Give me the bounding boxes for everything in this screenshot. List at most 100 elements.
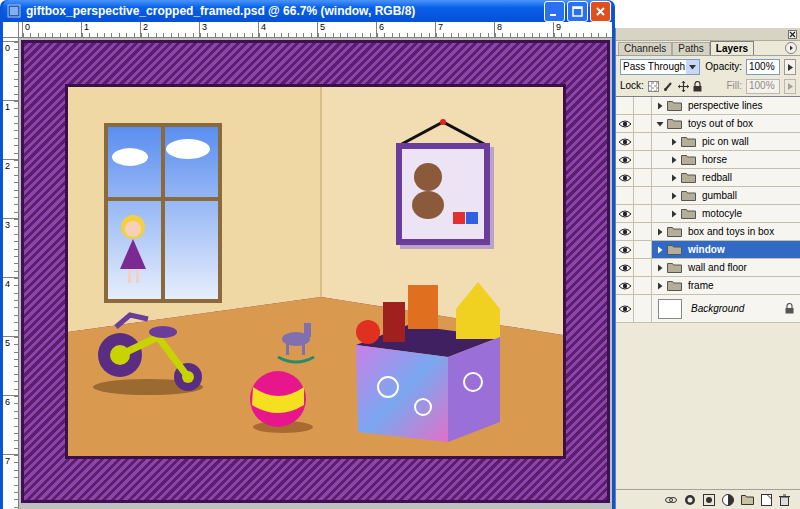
ruler-corner[interactable]: [3, 22, 19, 37]
layer-row[interactable]: redball: [616, 169, 800, 187]
palette-menu-icon[interactable]: [785, 42, 797, 54]
visibility-toggle[interactable]: [616, 115, 634, 132]
layer-row[interactable]: perspective lines: [616, 97, 800, 115]
visibility-toggle[interactable]: [616, 223, 634, 240]
fill-field[interactable]: 100%: [746, 79, 780, 94]
expand-triangle-icon[interactable]: [656, 246, 664, 254]
lock-brush-icon[interactable]: [663, 81, 674, 92]
layer-content: gumball: [652, 187, 800, 204]
layer-row[interactable]: Background: [616, 295, 800, 323]
link-cell[interactable]: [634, 205, 652, 222]
expand-triangle-icon[interactable]: [670, 138, 678, 146]
opacity-slider-button[interactable]: [784, 59, 796, 75]
canvas-area[interactable]: [19, 38, 612, 509]
layer-style-icon[interactable]: [684, 494, 696, 506]
lock-transparency-icon[interactable]: [648, 81, 659, 92]
expand-triangle-icon[interactable]: [670, 156, 678, 164]
palette-tab[interactable]: Paths: [672, 42, 710, 55]
layer-name: Background: [691, 304, 744, 314]
folder-icon: [681, 154, 696, 165]
layer-name: pic on wall: [702, 137, 749, 147]
visibility-toggle[interactable]: [616, 133, 634, 150]
expand-triangle-icon[interactable]: [670, 174, 678, 182]
link-layers-icon[interactable]: [665, 495, 677, 505]
tab-label: Channels: [624, 44, 666, 54]
layer-name: toys out of box: [688, 119, 753, 129]
layer-name: window: [688, 245, 725, 255]
adjustment-layer-icon[interactable]: [722, 494, 734, 506]
link-cell[interactable]: [634, 241, 652, 258]
layer-row[interactable]: toys out of box: [616, 115, 800, 133]
link-cell[interactable]: [634, 169, 652, 186]
opacity-field[interactable]: 100%: [746, 59, 780, 75]
link-cell[interactable]: [634, 151, 652, 168]
layer-row[interactable]: wall and floor: [616, 259, 800, 277]
new-group-icon[interactable]: [741, 494, 754, 505]
palette-title-bar[interactable]: [616, 28, 800, 41]
link-cell[interactable]: [634, 223, 652, 240]
visibility-toggle[interactable]: [616, 169, 634, 186]
link-cell[interactable]: [634, 115, 652, 132]
layer-mask-icon[interactable]: [703, 494, 715, 506]
fill-control[interactable]: Fill: 100%: [726, 79, 796, 94]
visibility-toggle[interactable]: [616, 97, 634, 114]
visibility-toggle[interactable]: [616, 205, 634, 222]
link-cell[interactable]: [634, 97, 652, 114]
visibility-toggle[interactable]: [616, 259, 634, 276]
document-window[interactable]: giftbox_perspective_cropped_framed.psd @…: [0, 0, 615, 509]
ruler-ticks: [259, 33, 317, 37]
link-cell[interactable]: [634, 259, 652, 276]
layer-row[interactable]: pic on wall: [616, 133, 800, 151]
maximize-button[interactable]: [567, 1, 588, 22]
window-buttons: [544, 1, 611, 22]
visibility-toggle[interactable]: [616, 295, 634, 322]
expand-triangle-icon[interactable]: [656, 264, 664, 272]
link-cell[interactable]: [634, 295, 652, 322]
expand-triangle-icon[interactable]: [670, 192, 678, 200]
link-cell[interactable]: [634, 277, 652, 294]
left-ruler[interactable]: 01234567: [3, 38, 19, 509]
palette-tab[interactable]: Layers: [710, 41, 754, 55]
ruler-ticks: [82, 33, 140, 37]
layers-palette[interactable]: ChannelsPathsLayers Pass Through Opacity…: [615, 28, 800, 509]
fill-slider-button[interactable]: [784, 79, 796, 94]
blend-mode-select[interactable]: Pass Through: [620, 59, 700, 75]
expand-triangle-icon[interactable]: [656, 282, 664, 290]
document-main: 01234567: [3, 38, 612, 509]
trash-icon[interactable]: [779, 494, 790, 506]
layer-content: wall and floor: [652, 259, 800, 276]
lock-indicator: [785, 303, 794, 314]
layer-row[interactable]: frame: [616, 277, 800, 295]
layer-row[interactable]: gumball: [616, 187, 800, 205]
ruler-label: 5: [318, 22, 376, 32]
desktop: {"document": {"title": "giftbox_perspect…: [0, 0, 800, 509]
expand-triangle-icon[interactable]: [670, 210, 678, 218]
layer-row[interactable]: window: [616, 241, 800, 259]
minimize-button[interactable]: [544, 1, 565, 22]
ruler-mark: 7: [3, 454, 18, 509]
visibility-toggle[interactable]: [616, 241, 634, 258]
expand-triangle-icon[interactable]: [656, 102, 664, 110]
eye-icon: [618, 227, 632, 237]
visibility-toggle[interactable]: [616, 151, 634, 168]
ruler-label: 0: [23, 22, 81, 32]
close-button[interactable]: [590, 1, 611, 22]
new-layer-icon[interactable]: [761, 494, 772, 506]
expand-triangle-icon[interactable]: [656, 120, 664, 128]
visibility-toggle[interactable]: [616, 187, 634, 204]
title-bar[interactable]: giftbox_perspective_cropped_framed.psd @…: [3, 0, 612, 22]
palette-close-icon[interactable]: [788, 30, 797, 39]
lock-move-icon[interactable]: [678, 81, 689, 92]
lock-all-icon[interactable]: [693, 81, 702, 92]
layer-row[interactable]: motocyle: [616, 205, 800, 223]
layer-row[interactable]: box and toys in box: [616, 223, 800, 241]
layer-row[interactable]: horse: [616, 151, 800, 169]
link-cell[interactable]: [634, 133, 652, 150]
link-cell[interactable]: [634, 187, 652, 204]
eye-icon: [618, 304, 632, 314]
layer-list[interactable]: perspective lines toys out of box pic on w…: [616, 96, 800, 489]
palette-tab[interactable]: Channels: [618, 42, 672, 55]
top-ruler[interactable]: 0123456789: [19, 22, 612, 37]
expand-triangle-icon[interactable]: [656, 228, 664, 236]
visibility-toggle[interactable]: [616, 277, 634, 294]
